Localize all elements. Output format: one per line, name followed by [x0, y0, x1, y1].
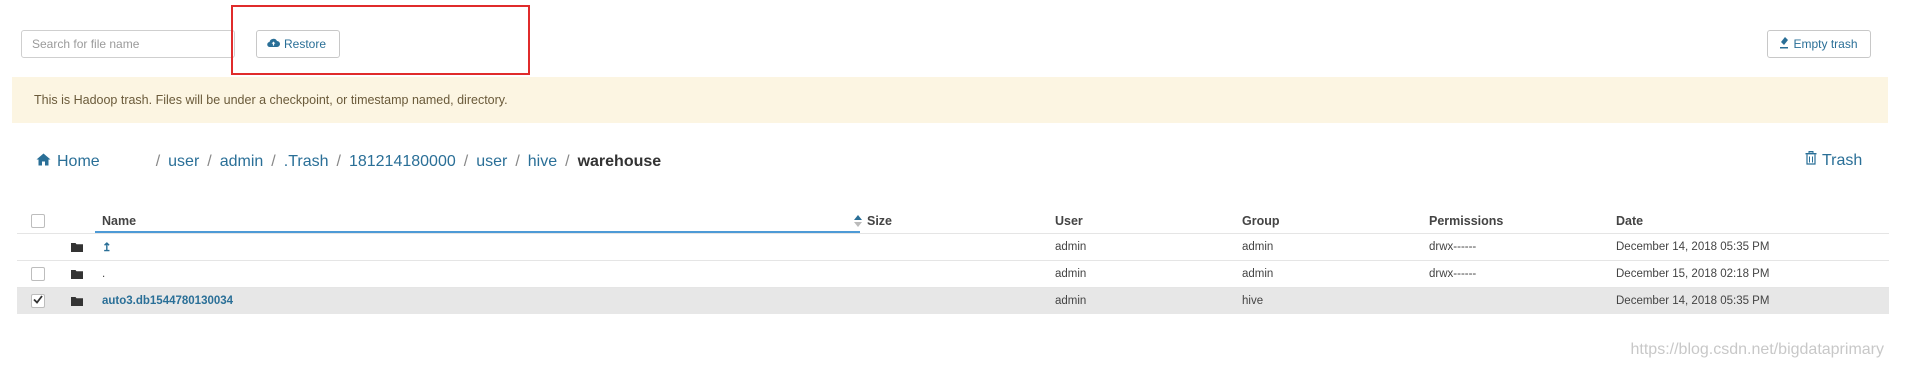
trash-info-banner: This is Hadoop trash. Files will be unde… — [12, 77, 1888, 123]
file-date: December 15, 2018 02:18 PM — [1616, 268, 1770, 280]
breadcrumb-separator: / — [271, 153, 276, 170]
breadcrumb-user[interactable]: user — [168, 153, 199, 171]
trash-link-label: Trash — [1822, 151, 1863, 169]
sort-asc-icon — [854, 215, 862, 230]
breadcrumb-admin[interactable]: admin — [220, 153, 264, 171]
column-header-date-label: Date — [1616, 214, 1644, 228]
column-header-user-label: User — [1055, 214, 1083, 228]
breadcrumb-checkpoint[interactable]: 181214180000 — [349, 153, 456, 171]
row-checkbox-cell — [31, 288, 45, 314]
file-user: admin — [1055, 241, 1087, 253]
file-date: December 14, 2018 05:35 PM — [1616, 295, 1770, 307]
empty-trash-button[interactable]: Empty trash — [1767, 30, 1871, 58]
column-header-group-label: Group — [1242, 214, 1280, 228]
file-group: admin — [1242, 241, 1274, 253]
breadcrumb-trash[interactable]: .Trash — [284, 153, 329, 171]
folder-icon — [71, 288, 83, 314]
breadcrumb-hive[interactable]: hive — [528, 153, 557, 171]
breadcrumb-user-2[interactable]: user — [476, 153, 507, 171]
breadcrumb-separator: / — [155, 153, 161, 170]
file-date: December 14, 2018 05:35 PM — [1616, 241, 1770, 253]
breadcrumb-separator: / — [515, 153, 520, 170]
file-name-link[interactable]: ↥ — [102, 234, 112, 260]
eraser-icon — [1780, 36, 1789, 52]
file-name-link[interactable]: auto3.db1544780130034 — [102, 288, 233, 314]
file-group: hive — [1242, 295, 1264, 307]
home-icon — [36, 153, 51, 171]
file-name-link[interactable]: . — [102, 261, 105, 287]
breadcrumb-separator: / — [463, 153, 469, 170]
column-header-permissions[interactable]: Permissions — [1429, 207, 1503, 235]
column-header-user[interactable]: User — [1055, 207, 1083, 235]
column-header-size-label: Size — [867, 214, 893, 228]
table-row[interactable]: . admin admin drwx------ December 15, 20… — [17, 260, 1889, 287]
trash-icon — [1805, 151, 1817, 170]
row-checkbox-checked[interactable] — [31, 294, 45, 308]
column-header-size[interactable]: Size — [867, 207, 892, 235]
table-header: Name Size User Group Permissions Date — [17, 207, 1889, 235]
breadcrumb-home[interactable]: Home — [36, 153, 100, 171]
file-user: admin — [1055, 268, 1087, 280]
file-user: admin — [1055, 295, 1087, 307]
breadcrumb: Home / user / admin / .Trash / 181214180… — [36, 150, 661, 174]
file-permissions: drwx------ — [1429, 241, 1477, 253]
table-row[interactable]: ↥ admin admin drwx------ December 14, 20… — [17, 233, 1889, 260]
column-header-name-label: Name — [102, 214, 137, 228]
trash-link[interactable]: Trash — [1805, 151, 1862, 170]
column-header-permissions-label: Permissions — [1429, 214, 1504, 228]
folder-icon — [71, 261, 83, 287]
trash-info-text: This is Hadoop trash. Files will be unde… — [34, 93, 508, 107]
column-header-date[interactable]: Date — [1616, 207, 1643, 235]
select-all-cell — [31, 207, 45, 235]
breadcrumb-separator: / — [336, 153, 341, 170]
breadcrumb-current: warehouse — [577, 153, 662, 170]
file-permissions: drwx------ — [1429, 268, 1477, 280]
annotation-highlight-box — [231, 5, 530, 75]
column-header-group[interactable]: Group — [1242, 207, 1280, 235]
watermark-text: https://blog.csdn.net/bigdataprimary — [1630, 341, 1884, 358]
row-checkbox-cell — [31, 261, 45, 287]
breadcrumb-separator: / — [207, 153, 212, 170]
table-row-selected[interactable]: auto3.db1544780130034 admin hive Decembe… — [17, 287, 1889, 314]
row-checkbox[interactable] — [31, 267, 45, 281]
breadcrumb-home-label: Home — [57, 153, 100, 170]
folder-icon — [71, 234, 83, 260]
select-all-checkbox[interactable] — [31, 214, 45, 228]
file-group: admin — [1242, 268, 1274, 280]
checkmark-icon — [33, 295, 43, 307]
search-input[interactable] — [21, 30, 235, 58]
empty-trash-label: Empty trash — [1793, 37, 1858, 51]
breadcrumb-separator: / — [565, 153, 570, 170]
